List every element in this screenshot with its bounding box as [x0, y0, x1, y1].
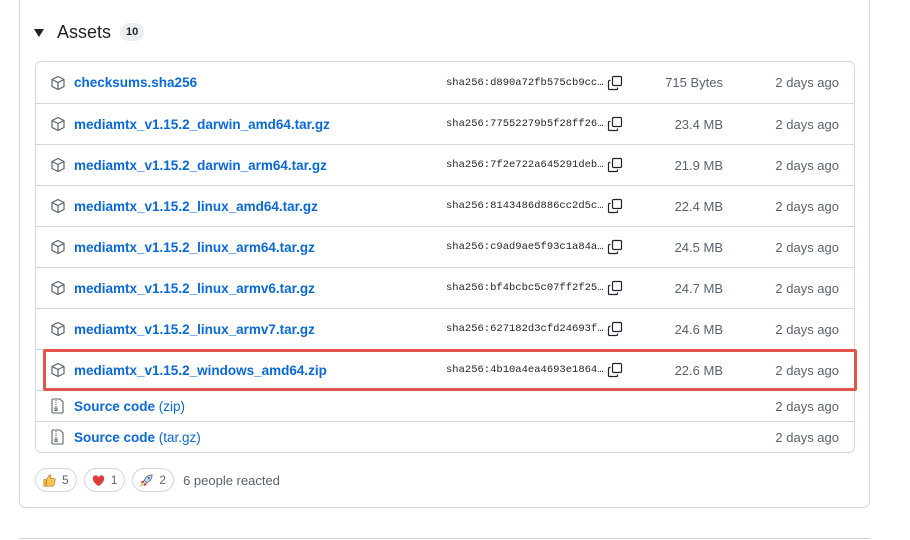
package-icon — [51, 280, 65, 296]
asset-sha: sha256:c9ad9ae5f93c1a84a… — [446, 241, 604, 253]
package-icon — [51, 157, 65, 173]
package-icon — [51, 116, 65, 132]
reaction-count: 2 — [159, 473, 167, 487]
asset-download-link[interactable]: mediamtx_v1.15.2_windows_amd64.zip — [74, 363, 327, 378]
asset-size: 23.4 MB — [674, 116, 723, 132]
source-ext: (zip) — [158, 398, 186, 414]
asset-download-link[interactable]: mediamtx_v1.15.2_linux_arm64.tar.gz — [74, 240, 315, 255]
asset-sha: sha256:7f2e722a645291deb… — [446, 159, 604, 171]
asset-date: 2 days ago — [775, 429, 839, 445]
asset-download-link[interactable]: checksums.sha256 — [74, 75, 197, 90]
assets-toggle[interactable]: Assets 10 — [34, 20, 145, 44]
source-label: Source code — [74, 429, 156, 445]
asset-size: 22.6 MB — [674, 362, 723, 378]
package-icon — [51, 362, 65, 378]
package-icon — [51, 75, 65, 90]
file-zip-icon — [51, 429, 64, 445]
copy-icon[interactable] — [607, 75, 623, 91]
copy-icon[interactable] — [607, 198, 623, 214]
copy-icon[interactable] — [607, 321, 623, 337]
assets-count-badge: 10 — [120, 23, 145, 41]
asset-date: 2 days ago — [775, 280, 839, 296]
copy-icon[interactable] — [607, 362, 623, 378]
asset-sha: sha256:77552279b5f28ff26… — [446, 118, 604, 130]
reaction-rocket[interactable]: 2 — [132, 468, 175, 492]
reaction-count: 1 — [110, 473, 118, 487]
reaction-count: 5 — [62, 473, 69, 487]
assets-title: Assets — [57, 21, 112, 42]
asset-size: 24.7 MB — [674, 280, 723, 296]
asset-download-link[interactable]: mediamtx_v1.15.2_linux_armv6.tar.gz — [74, 281, 315, 296]
reactions-summary: 6 people reacted — [183, 472, 280, 488]
copy-icon[interactable] — [607, 280, 623, 296]
asset-download-link[interactable]: mediamtx_v1.15.2_darwin_arm64.tar.gz — [74, 158, 327, 173]
heart-icon — [92, 474, 104, 486]
copy-icon[interactable] — [607, 157, 623, 173]
caret-down-icon — [34, 29, 44, 37]
asset-row: mediamtx_v1.15.2_linux_armv6.tar.gz sha25… — [36, 267, 854, 308]
asset-row: checksums.sha256 sha256:d890a72fb575cb9cc… — [36, 62, 854, 103]
asset-sha: sha256:4b10a4ea4693e1864… — [446, 364, 604, 376]
asset-row: mediamtx_v1.15.2_windows_amd64.zip sha256… — [36, 349, 854, 390]
asset-sha: sha256:627182d3cfd24693f… — [446, 323, 604, 335]
copy-icon[interactable] — [607, 239, 623, 255]
asset-date: 2 days ago — [775, 75, 839, 90]
asset-row: mediamtx_v1.15.2_linux_amd64.tar.gz sha25… — [36, 185, 854, 226]
reaction-thumbs-up[interactable]: 5 — [35, 468, 77, 492]
asset-date: 2 days ago — [775, 398, 839, 414]
reactions-bar: 5 1 2 6 people reacted — [35, 468, 280, 492]
asset-row: mediamtx_v1.15.2_linux_armv7.tar.gz sha25… — [36, 308, 854, 349]
rocket-icon — [140, 473, 153, 487]
asset-date: 2 days ago — [775, 116, 839, 132]
asset-download-link[interactable]: mediamtx_v1.15.2_linux_amd64.tar.gz — [74, 199, 318, 214]
source-ext: (tar.gz) — [158, 429, 201, 445]
asset-sha: sha256:d890a72fb575cb9cc… — [446, 76, 604, 89]
source-download-link[interactable]: Source code (zip) — [74, 399, 185, 414]
source-download-link[interactable]: Source code (tar.gz) — [74, 430, 201, 445]
asset-date: 2 days ago — [775, 239, 839, 255]
package-icon — [51, 321, 65, 337]
source-row: Source code (tar.gz) 2 days ago — [36, 421, 854, 452]
asset-row: mediamtx_v1.15.2_darwin_amd64.tar.gz sha2… — [36, 103, 854, 144]
asset-list: checksums.sha256 sha256:d890a72fb575cb9cc… — [35, 61, 855, 453]
asset-sha: sha256:8143486d886cc2d5c… — [446, 200, 604, 212]
copy-icon[interactable] — [607, 116, 623, 132]
asset-size: 22.4 MB — [674, 198, 723, 214]
asset-row: mediamtx_v1.15.2_darwin_arm64.tar.gz sha2… — [36, 144, 854, 185]
asset-date: 2 days ago — [775, 198, 839, 214]
section-divider — [19, 538, 870, 539]
thumbs-up-icon — [43, 474, 56, 486]
asset-sha: sha256:bf4bcbc5c07ff2f25… — [446, 282, 604, 294]
asset-date: 2 days ago — [775, 157, 839, 173]
asset-download-link[interactable]: mediamtx_v1.15.2_linux_armv7.tar.gz — [74, 322, 315, 337]
asset-size: 21.9 MB — [674, 157, 723, 173]
asset-date: 2 days ago — [775, 321, 839, 337]
asset-row: mediamtx_v1.15.2_linux_arm64.tar.gz sha25… — [36, 226, 854, 267]
asset-date: 2 days ago — [775, 362, 839, 378]
asset-size: 715 Bytes — [665, 75, 723, 90]
package-icon — [51, 198, 65, 214]
asset-download-link[interactable]: mediamtx_v1.15.2_darwin_amd64.tar.gz — [74, 117, 330, 132]
asset-size: 24.5 MB — [674, 239, 723, 255]
reaction-heart[interactable]: 1 — [83, 468, 126, 492]
asset-size: 24.6 MB — [674, 321, 723, 337]
source-row: Source code (zip) 2 days ago — [36, 390, 854, 421]
file-zip-icon — [51, 398, 64, 414]
release-card: Assets 10 checksums.sha256 sha256:d890a72… — [19, 0, 870, 508]
package-icon — [51, 239, 65, 255]
source-label: Source code — [74, 398, 156, 414]
